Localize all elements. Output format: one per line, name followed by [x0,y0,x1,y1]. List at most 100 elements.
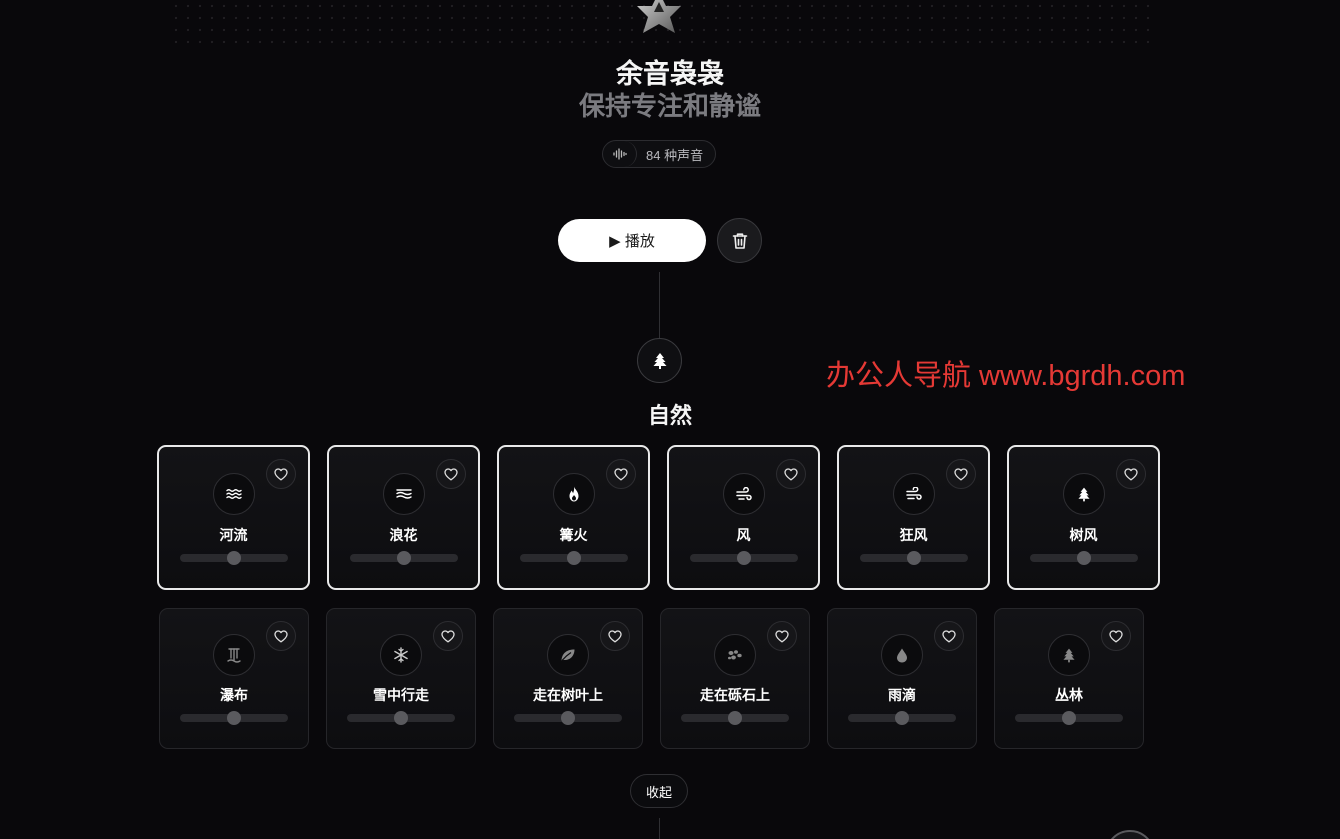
sea-waves-icon [382,473,425,515]
star-logo-icon [630,0,688,44]
sound-card[interactable]: 丛林 [994,608,1144,749]
app-title: 余音袅袅 [616,59,724,90]
sound-card[interactable]: 雪中行走 [326,608,476,749]
volume-slider-knob[interactable] [1076,551,1091,565]
favorite-button[interactable] [776,459,806,489]
sound-count-text: 84 种声音 [646,147,704,163]
favorite-button[interactable] [1116,459,1146,489]
heart-icon [1109,629,1123,643]
sound-label: 风 [736,527,751,543]
watermark-text: 办公人导航 www.bgrdh.com [826,360,1186,392]
sound-card[interactable]: 狂风 [837,445,990,590]
volume-slider-knob[interactable] [895,711,909,725]
water-waves-icon [212,473,255,515]
heart-icon [274,467,288,481]
favorite-button[interactable] [436,459,466,489]
favorite-button[interactable] [606,459,636,489]
volume-slider-knob[interactable] [736,551,751,565]
heart-icon [775,629,789,643]
sound-label: 树风 [1069,527,1098,543]
tree-icon [1062,473,1105,515]
favorite-button[interactable] [934,621,964,651]
sound-grid: 河流 浪花 篝火 风 狂风 树风 瀑布 雪中行走 走在树叶上 走在砾石上 雨滴 … [157,445,1161,749]
volume-slider-knob[interactable] [226,551,241,565]
sound-label: 狂风 [899,527,928,543]
volume-slider[interactable] [689,551,798,565]
sound-label: 走在树叶上 [533,687,603,703]
sound-card[interactable]: 雨滴 [827,608,977,749]
volume-slider-knob[interactable] [906,551,921,565]
gravel-icon [714,634,756,676]
connector-line [659,272,660,338]
sound-count-badge: 84 种声音 [602,140,716,168]
app-subtitle: 保持专注和静谧 [578,92,761,122]
heart-icon [608,629,622,643]
leaf-icon [547,634,589,676]
volume-slider[interactable] [514,711,622,725]
volume-slider[interactable] [179,551,288,565]
favorite-button[interactable] [946,459,976,489]
favorite-button[interactable] [266,621,296,651]
play-button[interactable]: ▶ 播放 [558,219,706,262]
trash-icon [732,232,748,250]
sound-label: 瀑布 [220,687,248,703]
volume-slider-knob[interactable] [1062,711,1076,725]
sound-row: 瀑布 雪中行走 走在树叶上 走在砾石上 雨滴 丛林 [157,608,1161,749]
pine-tree-icon [1048,634,1090,676]
favorite-button[interactable] [1101,621,1131,651]
sound-label: 走在砾石上 [700,687,770,703]
volume-slider-knob[interactable] [396,551,411,565]
sound-card[interactable]: 河流 [157,445,310,590]
snowflake-icon [380,634,422,676]
strong-wind-icon [892,473,935,515]
floating-circle-button[interactable] [1105,830,1155,839]
wind-icon [722,473,765,515]
collapse-button[interactable]: 收起 [630,774,688,808]
volume-slider-knob[interactable] [394,711,408,725]
favorite-button[interactable] [266,459,296,489]
volume-slider[interactable] [859,551,968,565]
sound-label: 河流 [219,527,248,543]
favorite-button[interactable] [767,621,797,651]
heart-icon [441,629,455,643]
volume-slider[interactable] [349,551,458,565]
volume-slider-knob[interactable] [561,711,575,725]
sound-card[interactable]: 浪花 [327,445,480,590]
sound-card[interactable]: 瀑布 [159,608,309,749]
heart-icon [614,467,628,481]
sound-label: 雪中行走 [373,687,429,703]
favorite-button[interactable] [600,621,630,651]
droplet-icon [881,634,923,676]
sound-label: 雨滴 [888,687,916,703]
volume-slider[interactable] [519,551,628,565]
sound-row: 河流 浪花 篝火 风 狂风 树风 [157,445,1161,590]
category-title: 自然 [647,403,692,429]
sound-card[interactable]: 走在砾石上 [660,608,810,749]
favorite-button[interactable] [433,621,463,651]
heart-icon [444,467,458,481]
volume-slider-knob[interactable] [227,711,241,725]
volume-slider[interactable] [681,711,789,725]
heart-icon [784,467,798,481]
sound-wave-icon [603,141,637,167]
volume-slider-knob[interactable] [566,551,581,565]
volume-slider-knob[interactable] [728,711,742,725]
heart-icon [1124,467,1138,481]
waterfall-icon [213,634,255,676]
sound-label: 浪花 [389,527,418,543]
connector-line [659,818,660,839]
heart-icon [274,629,288,643]
sound-label: 丛林 [1055,687,1083,703]
sound-card[interactable]: 树风 [1007,445,1160,590]
sound-card[interactable]: 走在树叶上 [493,608,643,749]
volume-slider[interactable] [1029,551,1138,565]
clear-button[interactable] [717,218,762,263]
volume-slider[interactable] [347,711,455,725]
fire-icon [552,473,595,515]
heart-icon [942,629,956,643]
sound-card[interactable]: 风 [667,445,820,590]
sound-card[interactable]: 篝火 [497,445,650,590]
volume-slider[interactable] [180,711,288,725]
volume-slider[interactable] [1015,711,1123,725]
volume-slider[interactable] [848,711,956,725]
